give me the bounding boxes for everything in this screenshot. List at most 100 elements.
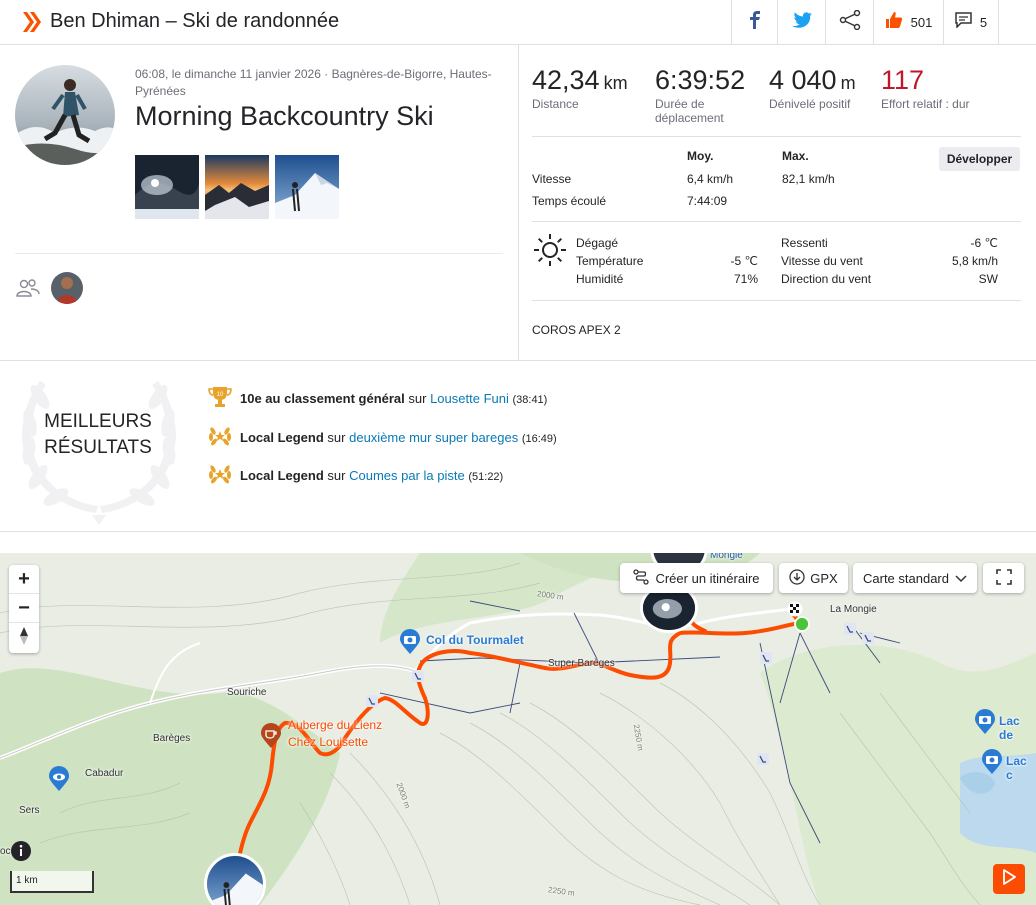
elevation-label: Dénivelé positif bbox=[769, 97, 851, 111]
place-label: Auberge du Lienz bbox=[288, 718, 383, 732]
ski-lift-icon bbox=[412, 669, 424, 687]
svg-text:10: 10 bbox=[217, 392, 224, 398]
device-name: COROS APEX 2 bbox=[532, 323, 621, 337]
facebook-share-button[interactable] bbox=[731, 0, 777, 44]
activity-meta: 06:08, le dimanche 11 janvier 2026 · Bag… bbox=[135, 67, 492, 98]
weather-condition: Dégagé bbox=[576, 236, 619, 250]
kudos-count: 501 bbox=[910, 14, 933, 30]
distance-unit: km bbox=[603, 73, 628, 93]
temp-label: Température bbox=[576, 254, 644, 268]
place-label: Chez Louisette bbox=[288, 735, 369, 749]
map-scale: 1 km bbox=[10, 871, 94, 893]
wind-speed-value: 5,8 km/h bbox=[951, 254, 998, 268]
place-label: oc bbox=[0, 846, 11, 857]
place-label: Sers bbox=[19, 805, 40, 816]
photo-thumbnail-1[interactable] bbox=[135, 155, 199, 219]
stats-divider-2 bbox=[532, 221, 1021, 222]
route-icon bbox=[633, 568, 650, 588]
speed-max: 82,1 km/h bbox=[782, 172, 835, 186]
humidity-label: Humidité bbox=[576, 272, 624, 286]
elapsed-value: 7:44:09 bbox=[687, 194, 728, 208]
photo-thumbnail-2[interactable] bbox=[205, 155, 269, 219]
speed-label: Vitesse bbox=[532, 172, 572, 186]
sun-icon bbox=[533, 233, 567, 272]
best-result-row: Local Legend sur Coumes par la piste (51… bbox=[208, 463, 503, 488]
place-label: Cabadur bbox=[85, 768, 124, 779]
comments-button[interactable]: 5 bbox=[943, 0, 998, 44]
wind-speed-label: Vitesse du vent bbox=[781, 254, 863, 268]
segment-link[interactable]: Lousette Funi bbox=[430, 391, 509, 406]
restaurant-marker-icon[interactable] bbox=[260, 723, 282, 754]
ski-lift-icon bbox=[862, 631, 874, 649]
stat-elevation: 4 040 m Dénivelé positif bbox=[769, 65, 856, 111]
gpx-download-button[interactable]: GPX bbox=[779, 563, 848, 593]
comments-count: 5 bbox=[979, 14, 988, 30]
group-athletes-icon bbox=[16, 278, 40, 303]
zoom-controls: + − bbox=[9, 565, 39, 653]
best-results-section: MEILLEURS RÉSULTATS 10 10e au classement… bbox=[0, 360, 1036, 532]
activity-name: Morning Backcountry Ski bbox=[135, 101, 434, 131]
create-route-button[interactable]: Créer un itinéraire bbox=[620, 563, 773, 593]
page-header: Ben Dhiman – Ski de randonnée 501 5 bbox=[0, 0, 1036, 45]
ski-lift-icon bbox=[760, 651, 772, 669]
trophy-icon: 10 bbox=[208, 386, 232, 411]
header-spacer bbox=[998, 0, 1036, 44]
map-style-select[interactable]: Carte standard bbox=[853, 563, 977, 593]
laurel-icon bbox=[208, 425, 232, 450]
best-results-title: MEILLEURS RÉSULTATS bbox=[44, 411, 152, 458]
feels-value: -6 ℃ bbox=[970, 236, 998, 250]
speed-avg: 6,4 km/h bbox=[687, 172, 734, 186]
strava-chevron-icon bbox=[22, 11, 42, 38]
camera-marker-icon[interactable] bbox=[981, 749, 1003, 780]
activity-map[interactable]: Mongie La Mongie Col du Tourmalet Super … bbox=[0, 553, 1036, 905]
fullscreen-icon bbox=[995, 568, 1012, 588]
compass-icon bbox=[19, 626, 29, 649]
ski-lift-icon bbox=[366, 694, 378, 712]
segment-link[interactable]: Coumes par la piste bbox=[349, 468, 465, 483]
share-icon bbox=[839, 9, 861, 35]
best-result-row: 10 10e au classement général sur Lousett… bbox=[208, 386, 547, 411]
place-label: Lac c bbox=[1006, 754, 1027, 782]
activity-stats: 42,34 km Distance 6:39:52 Durée de déplac… bbox=[520, 45, 1036, 360]
twitter-share-button[interactable] bbox=[777, 0, 825, 44]
download-icon bbox=[789, 568, 805, 588]
summary-divider bbox=[15, 253, 503, 254]
moving-time-label: Durée de déplacement bbox=[655, 97, 724, 125]
photo-thumbnail-3[interactable] bbox=[275, 155, 339, 219]
thumbs-up-icon bbox=[885, 11, 903, 34]
place-label: La Mongie bbox=[830, 604, 877, 615]
fullscreen-button[interactable] bbox=[983, 563, 1024, 593]
twitter-icon bbox=[791, 11, 812, 33]
athlete-avatar[interactable] bbox=[15, 65, 115, 165]
stat-relative-effort[interactable]: 117 Effort relatif : dur bbox=[881, 65, 969, 111]
compass-button[interactable] bbox=[9, 623, 39, 652]
place-label: Lac de bbox=[999, 714, 1020, 742]
info-icon[interactable] bbox=[10, 840, 32, 867]
wind-dir-label: Direction du vent bbox=[781, 272, 872, 286]
col-max-header: Max. bbox=[782, 149, 809, 163]
kudos-button[interactable]: 501 bbox=[873, 0, 943, 44]
camera-marker-icon[interactable] bbox=[974, 709, 996, 740]
expand-button[interactable]: Développer bbox=[939, 147, 1020, 171]
segment-link[interactable]: deuxième mur super bareges bbox=[349, 430, 518, 445]
stat-moving-time: 6:39:52 Durée de déplacement bbox=[655, 65, 750, 125]
elevation-value: 4 040 bbox=[769, 65, 837, 95]
place-label: Mongie bbox=[710, 553, 743, 561]
effort-value: 117 bbox=[881, 65, 925, 95]
wind-dir-value: SW bbox=[978, 272, 998, 286]
comment-icon bbox=[955, 11, 972, 33]
distance-label: Distance bbox=[532, 97, 579, 111]
flyover-button[interactable] bbox=[993, 864, 1025, 894]
elapsed-label: Temps écoulé bbox=[532, 194, 607, 208]
group-athlete-avatar[interactable] bbox=[51, 272, 83, 304]
zoom-in-button[interactable]: + bbox=[9, 565, 39, 594]
best-result-row: Local Legend sur deuxième mur super bare… bbox=[208, 425, 557, 450]
viewpoint-marker-icon[interactable] bbox=[48, 766, 70, 797]
camera-marker-icon[interactable] bbox=[399, 629, 421, 660]
share-button[interactable] bbox=[825, 0, 873, 44]
activity-summary: 06:08, le dimanche 11 janvier 2026 · Bag… bbox=[0, 45, 519, 360]
place-label: Souriche bbox=[227, 687, 267, 698]
facebook-icon bbox=[749, 10, 761, 34]
zoom-out-button[interactable]: − bbox=[9, 594, 39, 623]
stats-divider-3 bbox=[532, 300, 1021, 301]
